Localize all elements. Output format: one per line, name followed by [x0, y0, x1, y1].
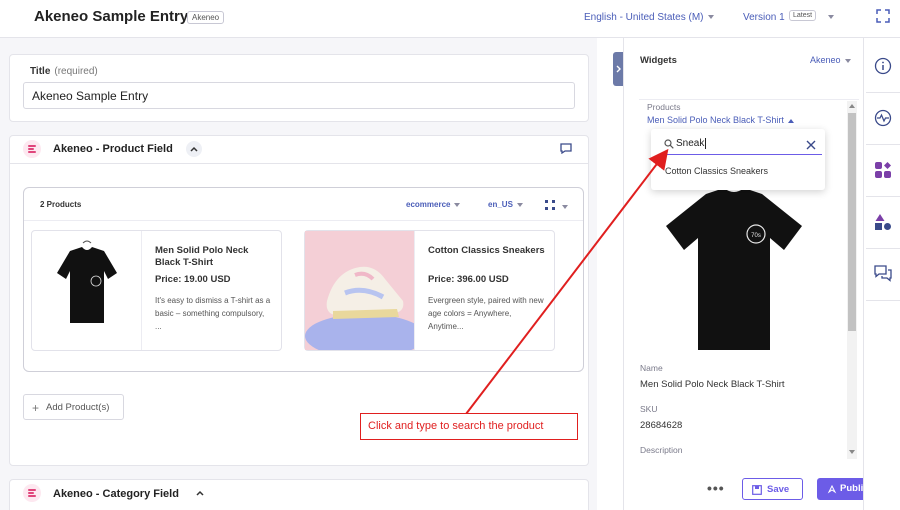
widgets-heading: Widgets	[640, 55, 677, 66]
product-card[interactable]: Cotton Classics Sneakers Price: 396.00 U…	[304, 230, 555, 351]
search-option[interactable]: Cotton Classics Sneakers	[665, 166, 768, 176]
name-label: Name	[640, 363, 663, 373]
close-icon[interactable]	[806, 140, 816, 150]
product-field-title: Akeneo - Product Field	[53, 143, 173, 155]
chevron-up-icon	[787, 118, 794, 123]
chevron-down-icon	[707, 15, 714, 20]
chat-icon[interactable]	[874, 264, 892, 282]
activity-icon[interactable]	[874, 109, 892, 127]
scrollbar-thumb[interactable]	[848, 113, 856, 331]
locale-selector[interactable]: English - United States (M)	[584, 12, 714, 23]
locale-filter-selector[interactable]: en_US	[488, 200, 523, 209]
divider	[866, 144, 900, 145]
product-description: It's easy to dismiss a T-shirt as a basi…	[155, 296, 271, 331]
products-label: Products	[647, 102, 681, 112]
product-price: Price: 396.00 USD	[428, 274, 509, 285]
product-preview-image: 70s	[666, 188, 802, 350]
save-label: Save	[767, 484, 790, 495]
version-selector[interactable]: Version 1	[743, 12, 785, 23]
sku-label: SKU	[640, 404, 658, 414]
scroll-up-icon[interactable]	[849, 103, 855, 108]
widget-selector[interactable]: Akeneo	[810, 55, 851, 65]
content-type-tag: Akeneo	[187, 11, 225, 24]
svg-text:70s: 70s	[751, 233, 761, 239]
locale-filter-label: en_US	[488, 200, 513, 209]
search-input-value[interactable]: Sneak	[676, 138, 706, 149]
field-type-icon	[23, 484, 41, 502]
entry-title: Akeneo Sample Entry	[34, 8, 189, 25]
extensions-icon[interactable]	[874, 161, 892, 179]
channel-selector[interactable]: ecommerce	[406, 200, 461, 209]
locale-label: English - United States (M)	[584, 12, 704, 23]
save-icon	[752, 485, 762, 495]
plus-icon: +	[32, 401, 40, 415]
title-label-text: Title	[30, 66, 51, 77]
product-price: Price: 19.00 USD	[155, 274, 231, 285]
fullscreen-icon[interactable]	[876, 9, 890, 23]
divider	[866, 196, 900, 197]
product-selector[interactable]: Men Solid Polo Neck Black T-Shirt	[647, 115, 794, 125]
latest-badge: Latest	[789, 10, 817, 21]
view-toggle-icon[interactable]	[545, 200, 555, 210]
channel-label: ecommerce	[406, 200, 451, 209]
more-options-button[interactable]: •••	[707, 480, 725, 496]
divider	[866, 248, 900, 249]
comment-icon[interactable]	[560, 143, 572, 154]
shapes-icon[interactable]	[874, 213, 892, 231]
title-label: Title (required)	[30, 66, 98, 77]
chevron-down-icon	[454, 202, 461, 207]
tshirt-image	[57, 240, 117, 323]
add-products-label: Add Product(s)	[46, 402, 110, 413]
search-icon	[664, 139, 674, 149]
annotation-callout: Click and type to search the product	[360, 413, 578, 440]
sku-value: 28684628	[640, 420, 683, 431]
product-description: Evergreen style, paired with new age col…	[428, 296, 544, 331]
save-button[interactable]: Save	[742, 478, 803, 500]
product-name: Cotton Classics Sneakers	[428, 245, 545, 256]
add-products-button[interactable]: + Add Product(s)	[23, 394, 124, 420]
field-type-icon	[23, 140, 41, 158]
name-value: Men Solid Polo Neck Black T-Shirt	[640, 379, 785, 390]
scroll-down-icon[interactable]	[849, 450, 855, 455]
product-thumbnail	[32, 231, 142, 350]
chevron-up-icon[interactable]	[194, 487, 206, 499]
product-count: 2 Products	[40, 200, 82, 209]
title-input[interactable]: Akeneo Sample Entry	[23, 82, 575, 109]
chevron-down-icon[interactable]	[562, 205, 568, 209]
sneaker-image	[305, 231, 414, 350]
info-icon[interactable]	[874, 57, 892, 75]
product-name: Men Solid Polo Neck Black T-Shirt	[155, 245, 249, 268]
category-field-title: Akeneo - Category Field	[53, 488, 179, 500]
description-label: Description	[640, 445, 683, 455]
divider	[9, 163, 589, 164]
chevron-down-icon	[844, 58, 851, 63]
chevron-down-icon[interactable]	[828, 15, 834, 19]
required-hint: (required)	[54, 66, 98, 77]
product-card[interactable]: Men Solid Polo Neck Black T-Shirt Price:…	[31, 230, 282, 351]
chevron-up-icon	[190, 146, 198, 152]
collapse-button[interactable]	[186, 141, 202, 157]
divider	[866, 92, 900, 93]
widget-selector-label: Akeneo	[810, 55, 841, 65]
selected-product-label: Men Solid Polo Neck Black T-Shirt	[647, 115, 784, 125]
chevron-down-icon	[516, 202, 523, 207]
rocket-icon	[827, 484, 837, 494]
divider	[866, 300, 900, 301]
divider	[24, 220, 583, 221]
product-thumbnail	[305, 231, 415, 350]
